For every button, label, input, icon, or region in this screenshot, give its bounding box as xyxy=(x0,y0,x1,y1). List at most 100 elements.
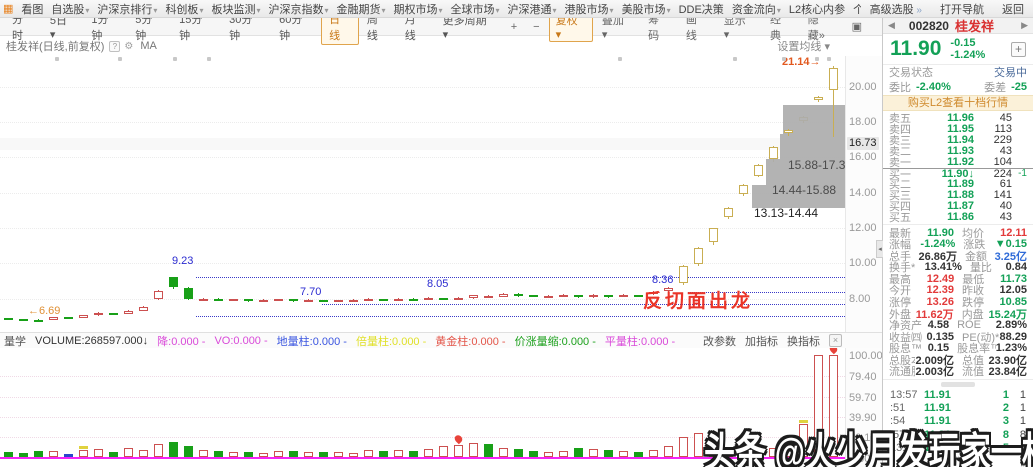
volume-bar xyxy=(364,450,373,457)
handle-grip xyxy=(941,381,975,387)
tick-list[interactable]: 13:57 11.91 1 1:51 11.91 2 1:54 11.91 3 1:57 11.91… xyxy=(883,388,1033,455)
zoom-out-button[interactable]: − xyxy=(526,20,546,34)
candle-body xyxy=(304,300,313,302)
fullscreen-button[interactable]: ▣ xyxy=(845,19,869,34)
stat-value: 23.84亿 xyxy=(988,366,1027,379)
stat-value: 11.73 xyxy=(1000,272,1027,285)
chevron-down-icon: ▾ xyxy=(256,5,261,15)
menu-item-stock-insights[interactable]: 个股风云▾ xyxy=(849,1,861,17)
chevron-down-icon: ▾ xyxy=(776,5,781,15)
candle-body xyxy=(334,300,343,302)
menu-item-sector-monitor[interactable]: 板块监测▾ xyxy=(207,1,264,17)
tick-count: 1 xyxy=(1019,442,1026,455)
price-gridline xyxy=(0,228,845,229)
menu-item-sh-sz-bj-index[interactable]: 沪深京指数▾ xyxy=(264,1,332,17)
stock-nav-bar: ◀ 002820 桂发祥 ▶ xyxy=(883,18,1033,34)
next-stock-button[interactable]: ▶ xyxy=(1021,20,1028,31)
candle-body xyxy=(739,185,748,194)
chevron-down-icon: ▾ xyxy=(552,5,557,15)
tick-volume: 1 xyxy=(1002,388,1009,401)
stat-value: 2.003亿 xyxy=(915,366,954,379)
indicator-param-label: VOLUME:268597.000↓ xyxy=(35,334,149,347)
volume-bar xyxy=(154,444,163,457)
candlestick-chart[interactable]: 9.23 7.70 8.05 8.36 ←6.69 21.14→ 反切面出龙 15.88-17… xyxy=(0,56,845,332)
support-level-line xyxy=(196,277,845,278)
menu-item-advanced-picker[interactable]: 高级选股 » xyxy=(861,1,931,17)
volume-axis: 100.00 79.40 59.70 39.90 20.10 0.00 xyxy=(845,348,882,467)
menu-item-watchlist[interactable]: 自选股▾ xyxy=(47,1,93,17)
volume-chart[interactable] xyxy=(0,348,845,467)
candle-body xyxy=(454,298,463,300)
menu-item-financial-futures[interactable]: 金融期货▾ xyxy=(332,1,389,17)
volume-bar xyxy=(79,450,88,457)
candle-body xyxy=(139,307,148,311)
menu-item-open-navigation[interactable]: 打开导航 xyxy=(931,1,993,17)
volume-gridline xyxy=(0,437,845,438)
level-volume: 43 xyxy=(999,211,1012,224)
candle-body xyxy=(409,299,418,301)
panel-collapse-tab[interactable]: ◂ xyxy=(876,240,883,258)
tick-row: 13:58 11.91 5 1 xyxy=(883,442,1033,455)
candle-body xyxy=(274,299,283,301)
tick-time: :57 xyxy=(890,428,906,441)
add-indicator-button[interactable]: 加指标 xyxy=(745,333,778,348)
candle-body xyxy=(484,296,493,298)
tick-price: 11.91 xyxy=(924,428,951,441)
menu-item-dde-decision[interactable]: DDE决策 xyxy=(675,1,728,17)
menu-item-global-markets[interactable]: 全球市场▾ xyxy=(447,1,504,17)
panel-resize-handle[interactable] xyxy=(883,379,1033,388)
menu-item-hk-market[interactable]: 港股市场▾ xyxy=(561,1,618,17)
zoom-in-button[interactable]: + xyxy=(504,20,524,34)
tick-row: :51 11.91 2 1 xyxy=(883,401,1033,414)
price-change: -0.15 -1.24% xyxy=(950,37,985,61)
volume-bar xyxy=(514,449,523,457)
menu-item-back[interactable]: 返回 xyxy=(993,1,1033,17)
add-to-watchlist-button[interactable]: + xyxy=(1011,41,1026,57)
chevron-down-icon: ▾ xyxy=(85,5,90,15)
menu-item-us-market[interactable]: 美股市场▾ xyxy=(618,1,675,17)
close-icon[interactable]: × xyxy=(829,334,842,347)
price-tick-label: 16.00 xyxy=(849,151,877,163)
chart-annotation: 8.36 xyxy=(652,274,674,286)
level-row: 买五 11.86 43 xyxy=(883,211,1033,224)
tick-time: :54 xyxy=(890,415,906,428)
candle-body xyxy=(724,208,733,217)
menu-item-fund-flow[interactable]: 资金流向▾ xyxy=(728,1,785,17)
price-axis: 20.00 18.00 16.00 14.00 12.00 10.00 8.00 16.73 xyxy=(845,56,882,332)
indicator-param-label: 量学 xyxy=(4,335,26,348)
volume-bar xyxy=(139,450,148,457)
volume-bar xyxy=(709,437,718,457)
candle-body xyxy=(709,228,718,242)
app-grid-icon[interactable]: ▦ xyxy=(0,2,17,15)
stat-value: 0.135 xyxy=(926,330,954,343)
stat-value: 2.89% xyxy=(995,319,1027,332)
tick-price: 11.91 xyxy=(924,415,951,428)
price-tick-label: 8.00 xyxy=(849,293,871,305)
event-marker-icon xyxy=(55,57,59,61)
top-menu-bar: ▦ 看图 自选股▾ 沪深京排行▾ 科创板▾ 板块监测▾ 沪深京指数▾ 金融期货▾ 期权市场▾ 全… xyxy=(0,0,1033,18)
double-chevron-icon: » xyxy=(913,4,922,16)
volume-bar xyxy=(664,446,673,457)
candle-body xyxy=(364,299,373,301)
candle-body xyxy=(379,299,388,301)
candle-body xyxy=(634,295,643,297)
weicha-label: 委差 xyxy=(984,82,1007,94)
tick-price: 11.91 xyxy=(924,402,951,415)
volume-bar xyxy=(814,355,823,457)
switch-indicator-button[interactable]: 换指标 xyxy=(787,333,820,348)
menu-item-stock-connect[interactable]: 沪深港通▾ xyxy=(504,1,561,17)
bid-ask-levels: 卖五 11.96 45 卖四 11.95 113 卖三 11.94 229 卖二 11.93 43 卖一… xyxy=(883,111,1033,224)
menu-item-options-market[interactable]: 期权市场▾ xyxy=(390,1,447,17)
chevron-down-icon: ▾ xyxy=(723,29,730,41)
volume-bar xyxy=(124,448,133,457)
menu-item-view-chart[interactable]: 看图 xyxy=(17,1,47,17)
volume-tick-label: 0.00 xyxy=(849,453,871,465)
menu-item-sh-sz-bj-ranking[interactable]: 沪深京排行▾ xyxy=(93,1,161,17)
edit-params-button[interactable]: 改参数 xyxy=(703,333,736,348)
stat-row: 流通股2.003亿流值 23.84亿 xyxy=(883,366,1033,379)
menu-items: 看图 自选股▾ 沪深京排行▾ 科创板▾ 板块监测▾ 沪深京指数▾ 金融期货▾ 期权市场▾ 全球市… xyxy=(17,1,860,17)
prev-stock-button[interactable]: ◀ xyxy=(888,20,895,31)
menu-item-l2-core[interactable]: L2核心内参 xyxy=(785,1,849,17)
menu-item-star-market[interactable]: 科创板▾ xyxy=(161,1,207,17)
tick-volume: 2 xyxy=(1002,402,1009,415)
